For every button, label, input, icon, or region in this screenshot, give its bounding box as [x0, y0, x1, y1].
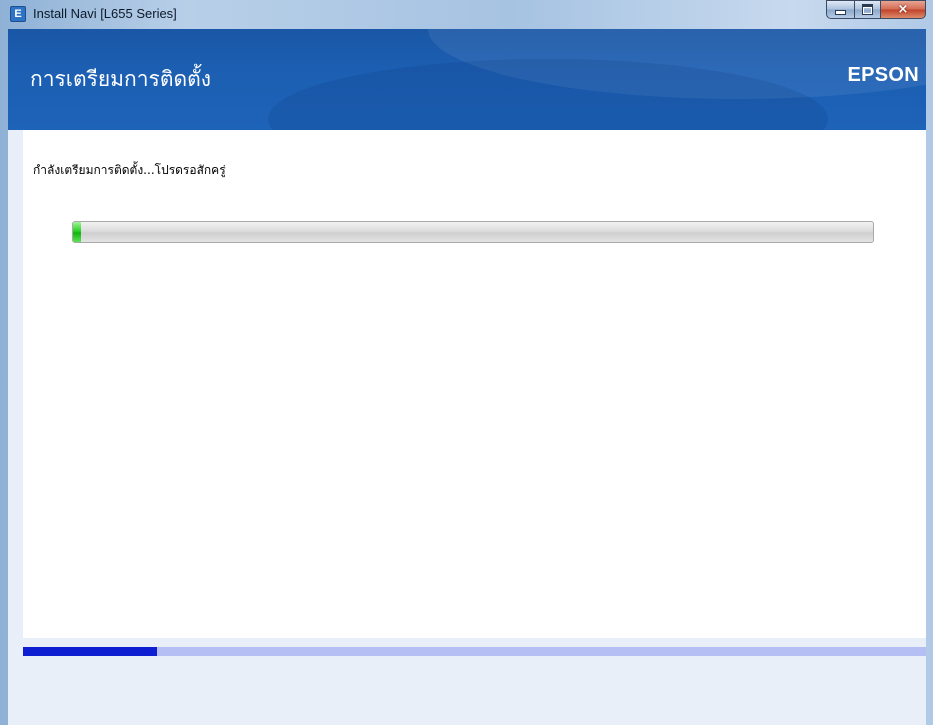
maximize-icon: [862, 4, 873, 15]
install-progress-bar: [72, 221, 874, 243]
page-title: การเตรียมการติดตั้ง: [30, 67, 211, 91]
title-bar[interactable]: E Install Navi [L655 Series] ×: [0, 0, 933, 28]
close-icon: ×: [897, 2, 909, 17]
main-content-panel: กำลังเตรียมการติดตั้ง...โปรดรอสักครู่: [23, 130, 926, 638]
window-frame: E Install Navi [L655 Series] × การเตรียม…: [0, 0, 933, 725]
installer-client-area: การเตรียมการติดตั้ง EPSON กำลังเตรียมการ…: [8, 29, 926, 725]
app-icon[interactable]: E: [10, 6, 26, 22]
window-title: Install Navi [L655 Series]: [33, 6, 177, 21]
installer-header: การเตรียมการติดตั้ง EPSON: [8, 29, 926, 130]
minimize-icon: [835, 10, 846, 15]
close-button[interactable]: ×: [880, 0, 926, 19]
status-message: กำลังเตรียมการติดตั้ง...โปรดรอสักครู่: [33, 163, 226, 177]
install-progress-fill: [73, 222, 81, 242]
footer-area: [23, 656, 926, 725]
epson-logo: EPSON: [847, 64, 919, 86]
minimize-button[interactable]: [826, 0, 854, 19]
step-progress-fill: [23, 647, 157, 656]
caption-buttons: ×: [826, 0, 926, 20]
step-progress-bar: [23, 647, 926, 656]
maximize-button[interactable]: [854, 0, 880, 19]
